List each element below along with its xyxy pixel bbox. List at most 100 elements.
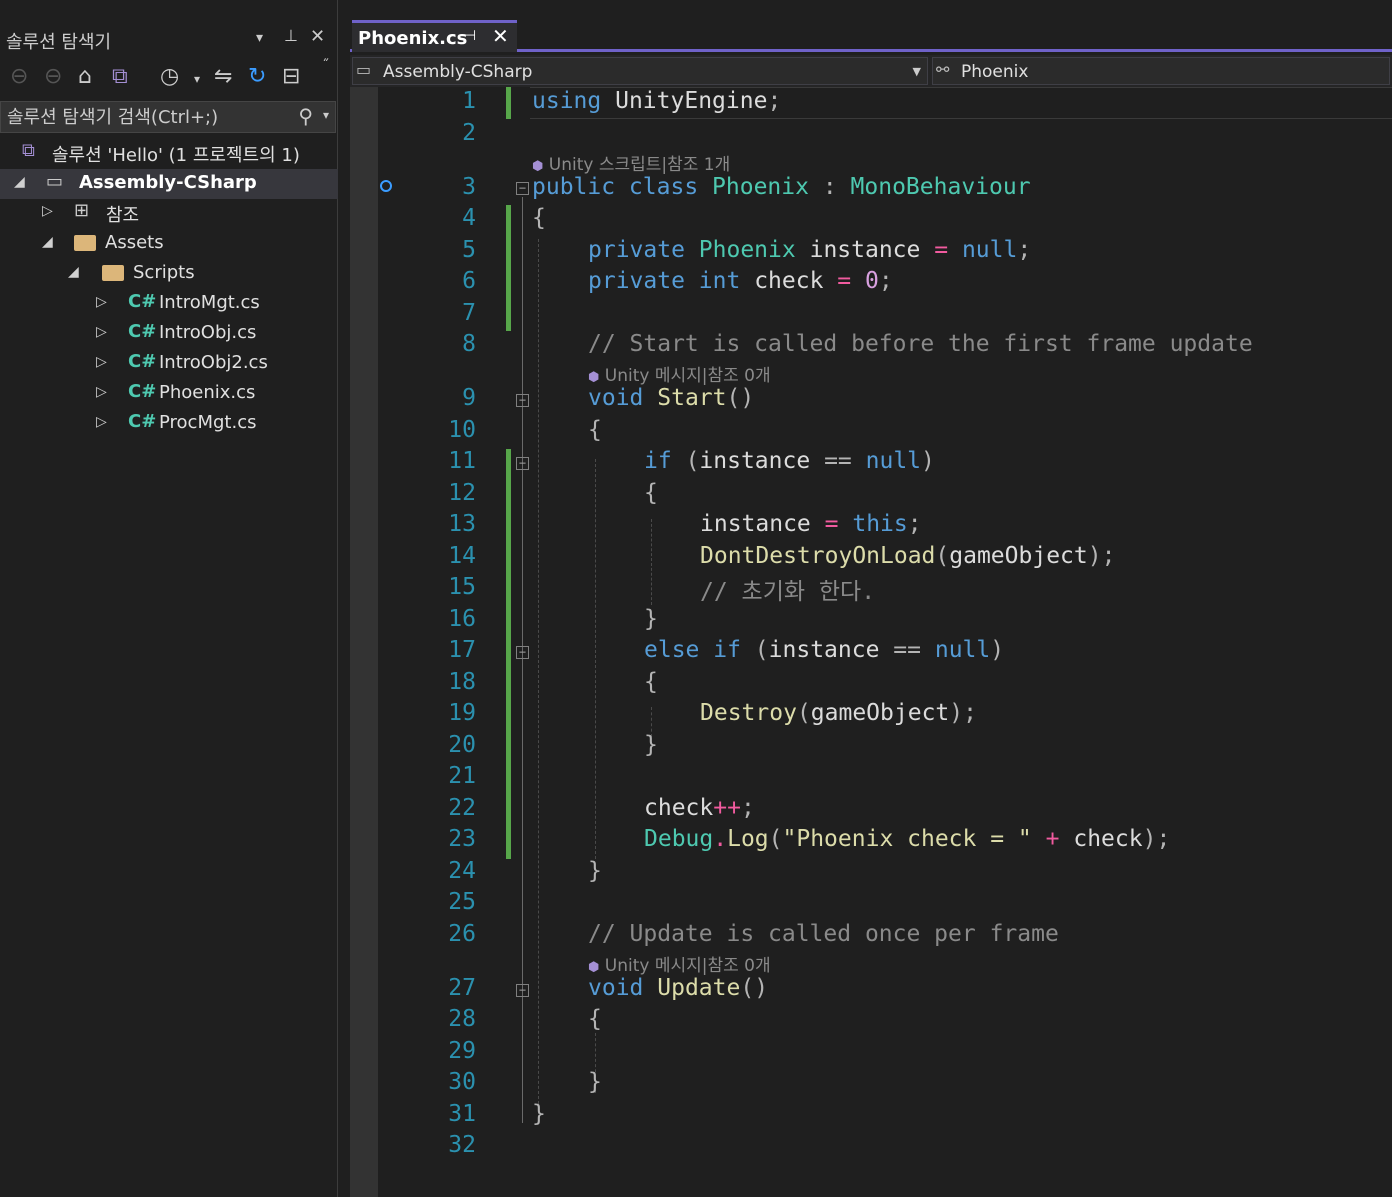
back-icon[interactable]: ⊖ bbox=[10, 64, 28, 89]
line-number: 5 bbox=[462, 237, 476, 263]
code-line-24: } bbox=[588, 858, 602, 884]
collapse-all-icon[interactable]: ⊟ bbox=[282, 64, 300, 89]
collapse-arrow-icon[interactable]: ▷ bbox=[96, 294, 107, 310]
tab-phoenix-cs[interactable]: Phoenix.cs ⊣ ✕ bbox=[352, 20, 517, 52]
search-options-icon[interactable]: ▾ bbox=[323, 108, 329, 122]
explorer-titlebar: 솔루션 탐색기 ▾ ⊥ ✕ bbox=[0, 22, 338, 56]
code-line-11: if (instance == null) bbox=[644, 448, 935, 474]
line-number: 28 bbox=[448, 1006, 476, 1032]
code-line-18: { bbox=[644, 669, 658, 695]
code-line-9: void Start() bbox=[588, 385, 755, 411]
line-number: 14 bbox=[448, 543, 476, 569]
collapse-arrow-icon[interactable]: ▷ bbox=[96, 354, 107, 370]
search-input[interactable] bbox=[7, 105, 287, 129]
tab-label: Phoenix.cs bbox=[358, 28, 468, 49]
pending-changes-icon[interactable]: ◷ bbox=[160, 64, 179, 89]
code-line-26: // Update is called once per frame bbox=[588, 921, 1059, 947]
collapse-icon[interactable]: − bbox=[516, 646, 529, 659]
expand-arrow-icon[interactable]: ◢ bbox=[42, 234, 53, 250]
tree-file[interactable]: ▷ C# ProcMgt.cs bbox=[0, 409, 338, 439]
navigation-bar: ▭ Assembly-CSharp ▼ ⚯ Phoenix bbox=[350, 55, 1392, 87]
project-icon: ▭ bbox=[46, 171, 64, 192]
codelens-start[interactable]: ⬢ Unity 메시지|참조 0개 bbox=[588, 361, 771, 386]
line-number: 16 bbox=[448, 606, 476, 632]
tree-file[interactable]: ▷ C# IntroObj2.cs bbox=[0, 349, 338, 379]
unity-icon: ⬢ bbox=[588, 960, 600, 975]
tree-scripts[interactable]: ◢ Scripts bbox=[0, 259, 338, 289]
code-line-15: // 초기화 한다. bbox=[700, 579, 876, 605]
tree-file[interactable]: ▷ C# IntroObj.cs bbox=[0, 319, 338, 349]
solution-label: 솔루션 'Hello' (1 프로젝트의 1) bbox=[52, 145, 300, 166]
chevron-down-icon[interactable]: ▼ bbox=[913, 65, 921, 78]
codelens-update[interactable]: ⬢ Unity 메시지|참조 0개 bbox=[588, 951, 771, 976]
collapse-arrow-icon[interactable]: ▷ bbox=[96, 414, 107, 430]
project-icon: ▭ bbox=[356, 60, 372, 79]
pending-dropdown-icon[interactable]: ▾ bbox=[194, 72, 200, 86]
collapse-icon[interactable]: − bbox=[516, 984, 529, 997]
file-label: IntroMgt.cs bbox=[159, 292, 260, 313]
tree-assets[interactable]: ◢ Assets bbox=[0, 229, 338, 259]
expand-arrow-icon[interactable]: ◢ bbox=[68, 264, 79, 280]
collapse-icon[interactable]: − bbox=[516, 457, 529, 470]
code-line-22: check++; bbox=[644, 795, 755, 821]
collapse-icon[interactable]: − bbox=[516, 182, 529, 195]
folder-icon bbox=[102, 265, 124, 286]
explorer-title: 솔루션 탐색기 bbox=[6, 32, 112, 53]
close-icon[interactable]: ✕ bbox=[310, 26, 325, 47]
home-icon[interactable]: ⌂ bbox=[78, 64, 92, 89]
csharp-file-icon: C# bbox=[128, 411, 157, 432]
change-indicator bbox=[506, 87, 511, 119]
forward-icon[interactable]: ⊖ bbox=[44, 64, 62, 89]
search-icon[interactable]: ⚲ bbox=[298, 104, 313, 128]
pin-icon[interactable]: ⊥ bbox=[284, 26, 298, 45]
code-area[interactable]: − − − − − 1 2 3 4 5 6 7 8 9 10 11 12 13 … bbox=[350, 87, 1392, 1197]
expand-arrow-icon[interactable]: ◢ bbox=[14, 174, 25, 190]
class-dropdown[interactable]: ⚯ Phoenix bbox=[932, 57, 1390, 85]
tree-file[interactable]: ▷ C# IntroMgt.cs bbox=[0, 289, 338, 319]
sync-icon[interactable]: ⇋ bbox=[214, 64, 232, 89]
code-line-30: } bbox=[588, 1069, 602, 1095]
switch-views-icon[interactable]: ⧉ bbox=[112, 64, 128, 89]
collapse-arrow-icon[interactable]: ▷ bbox=[42, 203, 53, 219]
line-number: 25 bbox=[448, 889, 476, 915]
scripts-label: Scripts bbox=[133, 262, 195, 283]
refresh-icon[interactable]: ↻ bbox=[248, 64, 266, 89]
code-line-17: else if (instance == null) bbox=[644, 637, 1005, 663]
code-line-1: using UnityEngine; bbox=[532, 88, 782, 114]
tree-project[interactable]: ◢ ▭ Assembly-CSharp bbox=[0, 169, 338, 199]
project-label: Assembly-CSharp bbox=[79, 172, 257, 193]
tree-solution[interactable]: ⧉ 솔루션 'Hello' (1 프로젝트의 1) bbox=[0, 138, 338, 168]
unity-icon: ⬢ bbox=[588, 370, 600, 385]
explorer-search[interactable]: ⚲ ▾ bbox=[0, 101, 336, 133]
collapse-arrow-icon[interactable]: ▷ bbox=[96, 384, 107, 400]
code-line-5: private Phoenix instance = null; bbox=[588, 237, 1032, 263]
dropdown-icon[interactable]: ▾ bbox=[256, 30, 263, 46]
nav-project-label: Assembly-CSharp bbox=[383, 62, 533, 82]
collapse-arrow-icon[interactable]: ▷ bbox=[96, 324, 107, 340]
code-line-16: } bbox=[644, 606, 658, 632]
code-line-10: { bbox=[588, 417, 602, 443]
code-line-20: } bbox=[644, 732, 658, 758]
more-icon[interactable]: ˝ bbox=[322, 58, 329, 74]
tree-references[interactable]: ▷ ⊞ 참조 bbox=[0, 198, 338, 228]
codelens-class[interactable]: ⬢ Unity 스크립트|참조 1개 bbox=[532, 150, 730, 175]
line-number: 15 bbox=[448, 574, 476, 600]
line-number: 29 bbox=[448, 1038, 476, 1064]
line-number: 21 bbox=[448, 763, 476, 789]
code-line-3: public class Phoenix : MonoBehaviour bbox=[532, 174, 1031, 200]
csharp-file-icon: C# bbox=[128, 291, 157, 312]
close-icon[interactable]: ✕ bbox=[492, 24, 509, 48]
file-label: IntroObj.cs bbox=[159, 322, 257, 343]
csharp-file-icon: C# bbox=[128, 321, 157, 342]
csharp-file-icon: C# bbox=[128, 381, 157, 402]
indent-guide bbox=[538, 239, 539, 1119]
indent-guide bbox=[595, 459, 596, 859]
line-number: 3 bbox=[462, 174, 476, 200]
project-dropdown[interactable]: ▭ Assembly-CSharp ▼ bbox=[352, 57, 928, 85]
code-line-23: Debug.Log("Phoenix check = " + check); bbox=[644, 826, 1171, 852]
collapse-icon[interactable]: − bbox=[516, 394, 529, 407]
line-number: 22 bbox=[448, 795, 476, 821]
tree-file[interactable]: ▷ C# Phoenix.cs bbox=[0, 379, 338, 409]
line-number: 30 bbox=[448, 1069, 476, 1095]
pin-icon[interactable]: ⊣ bbox=[464, 28, 476, 44]
